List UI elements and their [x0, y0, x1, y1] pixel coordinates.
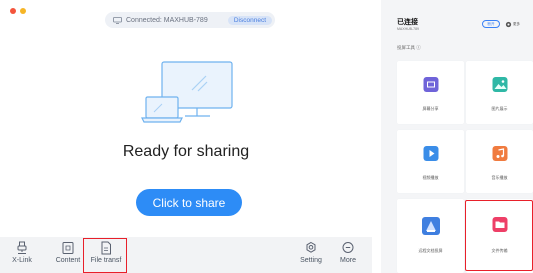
toolbar-more[interactable]: More	[328, 241, 368, 264]
tile-image-display[interactable]: 图片展示	[466, 61, 533, 124]
click-to-share-button[interactable]: Click to share	[136, 189, 242, 216]
mobile-device-name: MAXHUB-789	[397, 27, 419, 31]
tile-remote-document[interactable]: 远程文档投屏	[397, 199, 464, 273]
bottom-toolbar: X-Link Content File transf Setting More	[0, 237, 372, 273]
connection-status-text: Connected: MAXHUB-789	[126, 16, 208, 24]
gear-icon	[306, 241, 316, 253]
mobile-app-panel: 已连接 MAXHUB-789 断开 更多 投屏工具 ⓘ 屏幕分享 图片展示 视频…	[381, 0, 533, 273]
minimize-window-icon[interactable]	[20, 8, 26, 14]
connection-status-bar: Connected: MAXHUB-789 Disconnect	[105, 12, 275, 28]
mobile-gear-icon[interactable]	[505, 21, 512, 28]
music-icon	[492, 146, 507, 161]
screen-share-icon	[423, 77, 438, 92]
toolbar-x-link[interactable]: X-Link	[2, 241, 42, 264]
tile-video-play[interactable]: 视频播放	[397, 130, 464, 193]
toolbar-setting[interactable]: Setting	[291, 241, 331, 264]
tile-screen-share[interactable]: 屏幕分享	[397, 61, 464, 124]
mobile-section-title: 投屏工具 ⓘ	[397, 45, 421, 50]
tile-label: 屏幕分享	[422, 106, 439, 111]
tile-label: 视频播放	[422, 175, 439, 180]
screen-share-illustration-icon	[141, 61, 233, 123]
document-icon	[421, 217, 440, 235]
close-window-icon[interactable]	[10, 8, 16, 14]
monitor-icon	[113, 16, 122, 24]
toolbar-label: Content	[55, 257, 81, 264]
mobile-disconnect-button[interactable]: 断开	[482, 20, 500, 28]
tile-label: 远程文档投屏	[418, 248, 443, 253]
toolbar-label: More	[340, 257, 356, 264]
video-play-icon	[423, 146, 438, 161]
file-transfer-highlight-box	[83, 238, 127, 273]
image-icon	[492, 77, 507, 92]
toolbar-label: Setting	[300, 257, 322, 264]
content-icon	[62, 242, 74, 254]
file-transfer-tile-highlight-box	[465, 200, 533, 271]
tile-label: 音乐播放	[491, 175, 508, 180]
ready-for-sharing-text: Ready for sharing	[122, 143, 250, 160]
desktop-app-window: Connected: MAXHUB-789 Disconnect Ready f…	[0, 0, 372, 273]
mobile-connection-title: 已连接	[397, 19, 418, 26]
tile-label: 图片展示	[491, 106, 508, 111]
toolbar-content[interactable]: Content	[48, 241, 88, 264]
window-controls	[10, 8, 26, 14]
usb-plug-icon	[17, 241, 27, 254]
mobile-more-label[interactable]: 更多	[513, 21, 520, 28]
tile-music-play[interactable]: 音乐播放	[466, 130, 533, 193]
disconnect-button[interactable]: Disconnect	[227, 15, 272, 25]
toolbar-label: X-Link	[12, 257, 32, 264]
more-icon	[342, 242, 354, 253]
